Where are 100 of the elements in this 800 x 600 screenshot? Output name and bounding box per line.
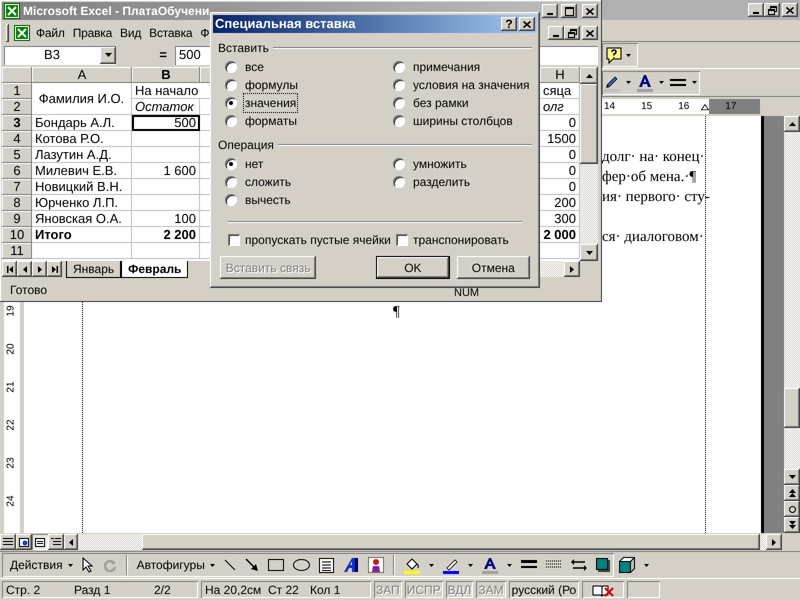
row-header[interactable]: 10	[2, 227, 32, 243]
radio-button[interactable]	[225, 115, 237, 127]
font-color-icon[interactable]	[637, 74, 653, 92]
minimize-button[interactable]	[748, 3, 764, 17]
radio-button[interactable]	[393, 61, 405, 73]
scroll-arrow-button[interactable]	[64, 534, 78, 550]
actions-button[interactable]: Действия	[10, 556, 73, 574]
menu-item[interactable]: Ф	[196, 24, 214, 42]
close-button[interactable]	[582, 26, 598, 40]
shadow-icon[interactable]	[596, 558, 610, 572]
checkbox-label[interactable]: транспонировать	[413, 231, 509, 249]
radio-label[interactable]: сложить	[243, 172, 294, 192]
checkbox-label[interactable]: пропускать пустые ячейки	[245, 231, 391, 249]
minimize-button[interactable]	[548, 26, 564, 40]
first-sheet-button[interactable]	[2, 261, 17, 277]
maximize-button[interactable]	[561, 4, 577, 18]
radio-button[interactable]	[225, 194, 237, 206]
scroll-arrow-button[interactable]	[580, 67, 598, 84]
help-icon[interactable]	[605, 46, 623, 64]
column-header[interactable]: A	[32, 67, 132, 83]
line-icon[interactable]	[224, 559, 236, 571]
vertical-scrollbar[interactable]	[580, 67, 598, 261]
row-header[interactable]: 1	[2, 83, 32, 99]
browse-object-button[interactable]	[784, 501, 800, 517]
name-box[interactable]: B3	[4, 46, 116, 64]
restore-button[interactable]	[764, 3, 780, 17]
radio-button[interactable]	[393, 115, 405, 127]
line-style-icon[interactable]	[670, 78, 686, 86]
radio-button[interactable]	[393, 158, 405, 170]
row-header[interactable]: 7	[2, 179, 32, 195]
scroll-arrow-button[interactable]	[784, 469, 800, 485]
wordart-icon[interactable]	[342, 557, 359, 573]
radio-label[interactable]: все	[243, 57, 266, 77]
row-header[interactable]: 5	[2, 147, 32, 163]
select-all-button[interactable]	[2, 67, 32, 83]
checkbox[interactable]	[396, 234, 408, 246]
minimize-button[interactable]	[542, 4, 558, 18]
row-header[interactable]: 11	[2, 243, 32, 259]
outline-view-button[interactable]	[48, 534, 64, 550]
radio-label[interactable]: умножить	[411, 154, 469, 174]
scroll-arrow-button[interactable]	[564, 261, 580, 277]
sheet-tab[interactable]: Февраль	[121, 261, 188, 278]
scroll-arrow-button[interactable]	[766, 534, 782, 550]
row-header[interactable]: 9	[2, 211, 32, 227]
previous-page-button[interactable]	[784, 485, 800, 501]
row-header[interactable]: 8	[2, 195, 32, 211]
menu-item[interactable]: Вставка	[145, 24, 196, 42]
radio-button[interactable]	[225, 79, 237, 91]
rectangle-icon[interactable]	[268, 559, 284, 571]
radio-button[interactable]	[225, 176, 237, 188]
radio-button[interactable]	[393, 97, 405, 109]
clipart-icon[interactable]	[368, 557, 384, 573]
scroll-thumb[interactable]	[784, 388, 800, 428]
close-button[interactable]	[782, 3, 798, 17]
next-sheet-button[interactable]	[32, 261, 47, 277]
scroll-arrow-button[interactable]	[784, 116, 800, 132]
radio-button[interactable]	[225, 158, 237, 170]
radio-label[interactable]: разделить	[411, 172, 472, 192]
last-sheet-button[interactable]	[47, 261, 62, 277]
column-header[interactable]: H	[540, 67, 580, 83]
row-header[interactable]: 2	[2, 99, 32, 115]
indent-marker-icon[interactable]	[701, 102, 710, 110]
radio-label[interactable]: значения	[243, 93, 298, 113]
equals-button[interactable]: =	[118, 46, 173, 64]
autoshapes-button[interactable]: Автофигуры	[136, 556, 215, 574]
dropdown-button[interactable]	[100, 46, 116, 64]
close-button[interactable]	[582, 4, 598, 18]
cursor-arrow-icon[interactable]	[82, 557, 94, 573]
arrow-icon[interactable]	[244, 558, 259, 572]
row-header[interactable]: 4	[2, 131, 32, 147]
row-header[interactable]: 3	[2, 115, 32, 131]
next-page-button[interactable]	[784, 517, 800, 533]
scroll-thumb[interactable]	[580, 84, 598, 164]
sheet-tab[interactable]: Январь	[66, 261, 122, 278]
radio-button[interactable]	[225, 61, 237, 73]
vertical-scrollbar[interactable]	[784, 116, 800, 533]
radio-button[interactable]	[393, 79, 405, 91]
menu-item[interactable]: Файл	[32, 24, 69, 42]
row-header[interactable]: 6	[2, 163, 32, 179]
checkbox[interactable]	[228, 234, 240, 246]
font-color-icon[interactable]	[482, 556, 498, 574]
help-button[interactable]: ?	[501, 17, 517, 31]
page-view-button[interactable]	[32, 534, 48, 550]
restore-button[interactable]	[564, 26, 580, 40]
radio-label[interactable]: ширины столбцов	[411, 111, 515, 131]
cube-icon[interactable]	[618, 557, 635, 573]
close-button[interactable]	[519, 17, 535, 31]
dash-style-icon[interactable]	[546, 560, 562, 570]
oval-icon[interactable]	[292, 559, 310, 571]
text-box-icon[interactable]	[318, 558, 334, 572]
pen-icon[interactable]	[442, 556, 459, 574]
radio-label[interactable]: вычесть	[243, 190, 293, 210]
scroll-arrow-button[interactable]	[580, 244, 598, 261]
radio-label[interactable]: нет	[243, 154, 266, 174]
normal-view-button[interactable]	[0, 534, 16, 550]
menu-item[interactable]: Вид	[116, 24, 146, 42]
column-header[interactable]: B	[132, 67, 200, 83]
web-view-button[interactable]	[16, 534, 32, 550]
previous-sheet-button[interactable]	[17, 261, 32, 277]
radio-label[interactable]: примечания	[411, 57, 482, 77]
